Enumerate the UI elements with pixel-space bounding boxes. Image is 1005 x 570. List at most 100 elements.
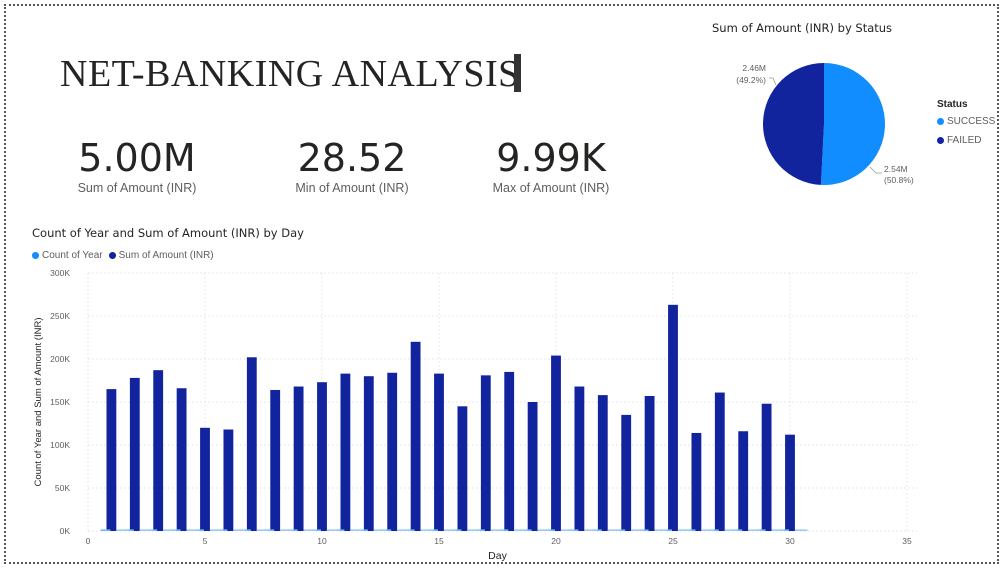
bar-sum-amount[interactable]: [129, 377, 140, 531]
legend-label: FAILED: [947, 135, 982, 146]
kpi-card-sum[interactable]: 5.00M Sum of Amount (INR): [42, 136, 232, 195]
bar-sum-amount[interactable]: [270, 389, 281, 531]
bar-sum-amount[interactable]: [504, 371, 515, 531]
kpi-value: 9.99K: [496, 136, 606, 180]
bar-count-year-gap: [420, 529, 434, 531]
bar-count-year-gap: [116, 529, 129, 531]
title-accent-bar: [514, 54, 521, 92]
bar-sum-amount[interactable]: [246, 357, 257, 531]
bar-sum-amount[interactable]: [410, 341, 421, 531]
bar-count-year-gap: [139, 529, 153, 531]
page-title: NET-BANKING ANALYSIS: [60, 53, 520, 95]
kpi-value: 5.00M: [78, 136, 196, 180]
pie-data-label: 2.54M: [884, 164, 908, 174]
bar-count-year-gap: [584, 529, 597, 531]
bar-count-year-gap: [186, 529, 200, 531]
x-tick-label: 35: [902, 536, 912, 546]
bar-sum-amount[interactable]: [714, 392, 725, 531]
pie-chart-title: Sum of Amount (INR) by Status: [712, 21, 893, 35]
y-tick-label: 100K: [50, 440, 70, 450]
bar-count-year-gap: [303, 529, 317, 531]
bar-count-year-gap: [280, 529, 293, 531]
bar-sum-amount[interactable]: [621, 414, 632, 531]
kpi-label: Sum of Amount (INR): [77, 181, 197, 195]
bar-sum-amount[interactable]: [293, 386, 304, 531]
bar-count-year-gap: [654, 529, 668, 531]
bar-sum-amount[interactable]: [176, 388, 187, 531]
y-tick-label: 250K: [50, 311, 70, 321]
bar-count-year-gap: [701, 529, 714, 531]
x-tick-label: 25: [668, 536, 678, 546]
pie-leader-line: [769, 77, 777, 86]
bar-count-year-gap: [677, 529, 691, 531]
bar-sum-amount[interactable]: [668, 304, 678, 531]
bar-sum-amount[interactable]: [785, 434, 795, 531]
bar-sum-amount[interactable]: [574, 386, 585, 531]
pie-data-label-pct: (50.8%): [884, 175, 914, 185]
x-tick-label: 10: [317, 536, 327, 546]
bar-sum-amount[interactable]: [200, 427, 210, 531]
bar-sum-amount[interactable]: [527, 402, 538, 531]
bar-sum-amount[interactable]: [363, 376, 374, 531]
legend-dot-icon: [108, 252, 116, 259]
bar-count-year-gap: [490, 529, 504, 531]
bar-sum-amount[interactable]: [434, 373, 444, 531]
bar-count-year-gap: [350, 529, 363, 531]
legend-dot-icon: [937, 118, 944, 125]
bar-count-year-gap: [467, 529, 480, 531]
bar-sum-amount[interactable]: [644, 395, 655, 531]
bar-sum-amount[interactable]: [387, 372, 398, 531]
x-tick-label: 30: [785, 536, 795, 546]
bar-count-year[interactable]: [100, 529, 111, 531]
bar-sum-amount[interactable]: [738, 431, 749, 531]
bar-sum-amount[interactable]: [223, 429, 234, 531]
x-tick-label: 20: [551, 536, 561, 546]
bar-sum-amount[interactable]: [597, 395, 608, 531]
pie-slice-success[interactable]: [820, 63, 886, 186]
bar-sum-amount[interactable]: [340, 373, 351, 531]
bar-count-year-gap: [326, 529, 340, 531]
bar-count-year-gap: [560, 529, 574, 531]
bar-count-year-gap: [373, 529, 387, 531]
legend-item-failed[interactable]: FAILED: [937, 135, 981, 146]
bar-count-year-gap: [514, 529, 527, 531]
y-tick-label: 200K: [50, 354, 70, 364]
bar-count-year-gap: [233, 529, 246, 531]
bar-count-year-gap: [631, 529, 644, 531]
bar-sum-amount[interactable]: [480, 375, 491, 531]
kpi-card-max[interactable]: 9.99K Max of Amount (INR): [456, 136, 646, 195]
bar-sum-amount[interactable]: [457, 406, 468, 531]
legend-dot-icon: [32, 252, 39, 259]
pie-data-label-pct: (49.2%): [736, 75, 766, 85]
bar-sum-amount[interactable]: [551, 355, 561, 531]
legend-item-success[interactable]: SUCCESS: [937, 116, 995, 127]
legend-dot-icon: [937, 137, 944, 144]
pie-chart[interactable]: 2.54M(50.8%) 2.46M (49.2%): [700, 40, 930, 210]
pie-slice-failed[interactable]: [763, 63, 824, 185]
bar-chart-title: Count of Year and Sum of Amount (INR) by…: [32, 226, 304, 240]
bar-count-year-gap: [607, 529, 621, 531]
bar-sum-amount[interactable]: [106, 389, 117, 531]
bar-sum-amount[interactable]: [761, 403, 772, 531]
bar-count-year-gap: [748, 529, 761, 531]
bar-chart[interactable]: 0K 50K 100K 150K 200K 250K 300K 0 5 10 15 20 25 30 35 D…: [0, 260, 1000, 565]
x-tick-label: 5: [203, 536, 208, 546]
y-tick-label: 50K: [55, 483, 70, 493]
pie-legend-title: Status: [937, 99, 968, 110]
kpi-value: 28.52: [297, 136, 407, 180]
bar-count-year-gap: [771, 529, 785, 531]
x-axis-title: Day: [488, 550, 507, 562]
bar-count-year-gap: [397, 529, 410, 531]
bar-count-year-gap: [256, 529, 270, 531]
y-tick-label: 0K: [60, 526, 71, 536]
x-tick-label: 15: [434, 536, 444, 546]
bar-count-year-gap: [443, 529, 457, 531]
bar-sum-amount[interactable]: [153, 370, 164, 531]
x-tick-label: 0: [86, 536, 91, 546]
y-tick-label: 300K: [50, 268, 70, 278]
bar-sum-amount[interactable]: [317, 382, 327, 531]
bar-sum-amount[interactable]: [691, 432, 702, 531]
bar-count-year-gap: [537, 529, 551, 531]
bar-count-year-gap: [794, 529, 808, 531]
kpi-card-min[interactable]: 28.52 Min of Amount (INR): [257, 136, 447, 195]
